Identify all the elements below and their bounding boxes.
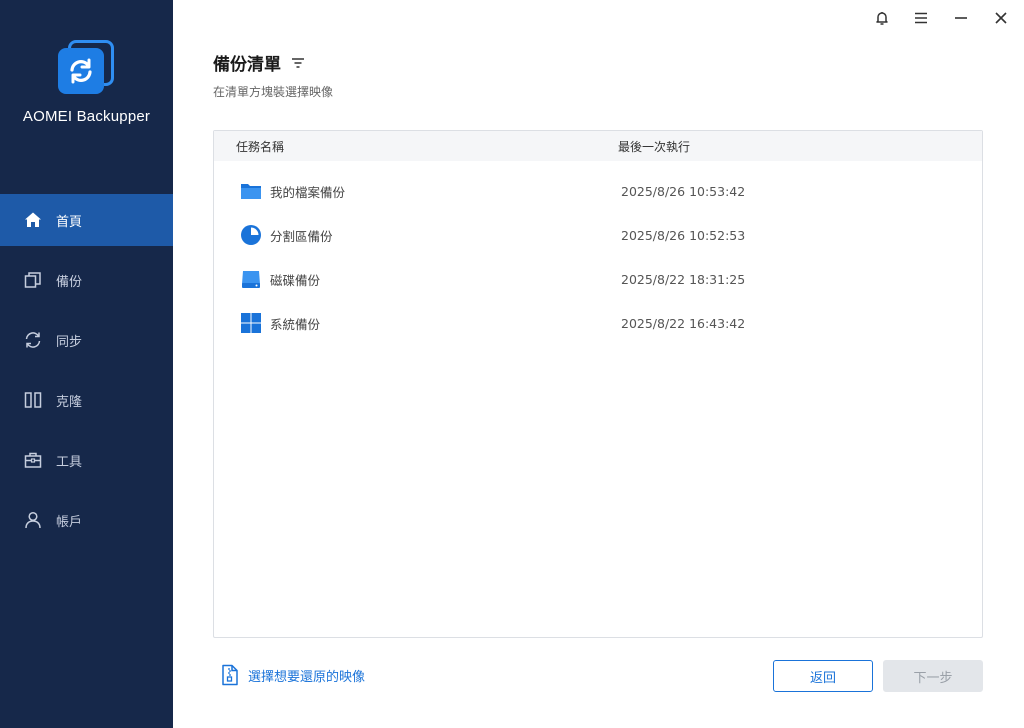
table-row[interactable]: 磁碟備份 2025/8/22 18:31:25 <box>214 257 982 301</box>
last-run-cell: 2025/8/26 10:53:42 <box>621 183 746 199</box>
folder-icon <box>240 180 262 202</box>
sidebar-item-backup[interactable]: 備份 <box>0 254 173 306</box>
select-image-link[interactable]: 選擇想要還原的映像 <box>220 664 365 686</box>
sidebar-item-sync[interactable]: 同步 <box>0 314 173 366</box>
sidebar-item-label: 克隆 <box>56 394 83 410</box>
partition-icon <box>240 224 262 246</box>
windows-icon <box>240 312 262 334</box>
sidebar-item-home[interactable]: 首頁 <box>0 194 173 246</box>
bell-icon <box>874 10 890 30</box>
sidebar-item-account[interactable]: 帳戶 <box>0 494 173 546</box>
sidebar-item-label: 首頁 <box>56 214 83 230</box>
task-name-cell: 系統備份 <box>214 312 618 334</box>
table-row[interactable]: 系統備份 2025/8/22 16:43:42 <box>214 301 982 345</box>
account-icon <box>23 510 43 530</box>
sidebar-item-label: 工具 <box>56 454 83 470</box>
aomei-logo-icon <box>57 38 116 96</box>
sync-icon <box>23 330 43 350</box>
task-name-text: 磁碟備份 <box>270 272 321 288</box>
menu-button[interactable] <box>910 9 932 31</box>
minimize-icon <box>953 10 969 30</box>
sidebar: AOMEI Backupper 首頁 備份 同步 克隆 工具 帳戶 <box>0 0 173 728</box>
last-run-cell: 2025/8/26 10:52:53 <box>621 227 746 243</box>
minimize-button[interactable] <box>950 9 972 31</box>
page-title-text: 備份清單 <box>213 55 281 75</box>
task-name-text: 系統備份 <box>270 316 321 332</box>
table-header: 任務名稱 最後一次執行 <box>214 131 982 161</box>
image-file-icon <box>220 664 240 686</box>
sidebar-item-tools[interactable]: 工具 <box>0 434 173 486</box>
page-title: 備份清單 <box>213 50 306 75</box>
menu-icon <box>913 10 929 30</box>
app-logo: AOMEI Backupper <box>0 38 173 125</box>
home-icon <box>23 210 43 230</box>
task-name-text: 分割區備份 <box>270 228 333 244</box>
sidebar-nav: 首頁 備份 同步 克隆 工具 帳戶 <box>0 194 173 554</box>
disk-icon <box>240 268 262 290</box>
table-row[interactable]: 我的檔案備份 2025/8/26 10:53:42 <box>214 169 982 213</box>
task-name-text: 我的檔案備份 <box>270 184 346 200</box>
backup-icon <box>23 270 43 290</box>
sidebar-item-label: 備份 <box>56 274 83 290</box>
column-header-last-run[interactable]: 最後一次執行 <box>618 138 690 155</box>
sidebar-item-label: 帳戶 <box>56 514 83 530</box>
clone-icon <box>23 390 43 410</box>
task-name-cell: 我的檔案備份 <box>214 180 618 202</box>
back-button[interactable]: 返回 <box>773 660 873 692</box>
last-run-cell: 2025/8/22 18:31:25 <box>621 271 746 287</box>
notification-button[interactable] <box>871 9 893 31</box>
close-button[interactable] <box>990 9 1012 31</box>
sidebar-item-clone[interactable]: 克隆 <box>0 374 173 426</box>
select-image-link-label: 選擇想要還原的映像 <box>248 669 366 685</box>
last-run-cell: 2025/8/22 16:43:42 <box>621 315 746 331</box>
app-name: AOMEI Backupper <box>22 108 151 125</box>
sidebar-item-label: 同步 <box>56 334 83 350</box>
next-button[interactable]: 下一步 <box>883 660 983 692</box>
task-name-cell: 磁碟備份 <box>214 268 618 290</box>
tools-icon <box>23 450 43 470</box>
page-subtitle: 在清單方塊裝選擇映像 <box>213 85 334 99</box>
close-icon <box>993 10 1009 30</box>
column-header-task-name[interactable]: 任務名稱 <box>214 138 618 155</box>
task-name-cell: 分割區備份 <box>214 224 618 246</box>
filter-icon[interactable] <box>290 55 306 71</box>
table-row[interactable]: 分割區備份 2025/8/26 10:52:53 <box>214 213 982 257</box>
backup-list-table: 任務名稱 最後一次執行 我的檔案備份 2025/8/26 10:53:42 分割… <box>213 130 983 638</box>
